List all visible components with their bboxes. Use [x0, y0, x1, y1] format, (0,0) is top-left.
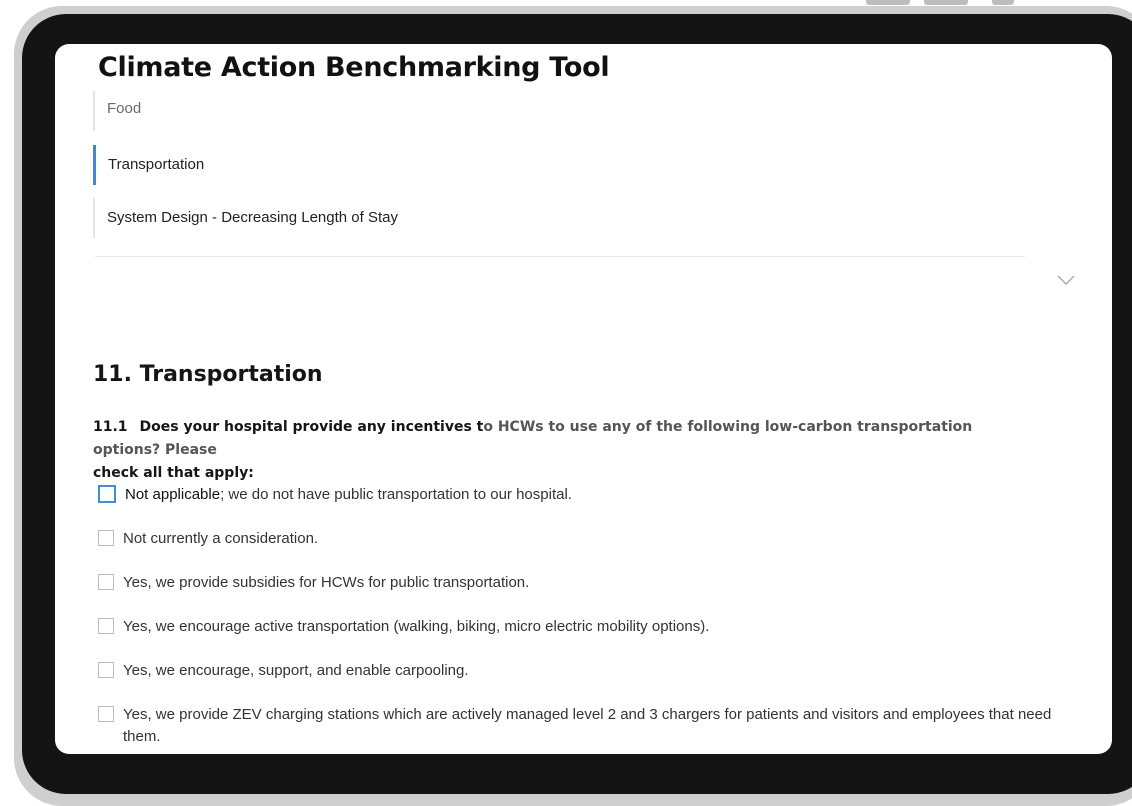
checkbox[interactable] [98, 618, 114, 634]
question-text-line2: check all that apply: [93, 465, 254, 481]
nav-divider [95, 256, 1025, 257]
app-screen: Climate Action Benchmarking Tool Food Tr… [55, 44, 1112, 754]
option-label: Not applicable; we do not have public tr… [125, 486, 572, 503]
section-title: 11. Transportation [93, 362, 323, 387]
option-subsidies[interactable]: Yes, we provide subsidies for HCWs for p… [98, 572, 1088, 594]
app-title: Climate Action Benchmarking Tool [98, 52, 610, 83]
nav-item-system-design[interactable]: System Design - Decreasing Length of Sta… [93, 198, 707, 238]
option-not-applicable[interactable]: Not applicable; we do not have public tr… [98, 484, 1088, 506]
option-label: Yes, we encourage active transportation … [123, 618, 710, 635]
question-text: 11.1 Does your hospital provide any incen… [93, 416, 1043, 485]
nav-item-label: System Design - Decreasing Length of Sta… [107, 209, 398, 226]
option-not-considered[interactable]: Not currently a consideration. [98, 528, 1088, 550]
option-active-transport[interactable]: Yes, we encourage active transportation … [98, 616, 1088, 638]
nav-item-label: Food [107, 100, 142, 117]
question-text-main: Does your hospital provide any incentive… [139, 419, 484, 435]
checkbox[interactable] [98, 706, 114, 722]
option-label: Not currently a consideration. [123, 530, 319, 547]
nav-item-label: Transportation [108, 156, 205, 173]
checkbox[interactable] [98, 530, 114, 546]
option-label: Yes, we provide subsidies for HCWs for p… [123, 574, 530, 591]
option-zev-charging[interactable]: Yes, we provide ZEV charging stations wh… [98, 704, 1088, 748]
nav-item-food[interactable]: Food [93, 91, 707, 131]
checkbox[interactable] [98, 574, 114, 590]
option-label: Yes, we provide ZEV charging stations wh… [123, 706, 1052, 745]
chevron-down-icon[interactable] [1057, 274, 1075, 286]
checkbox[interactable] [98, 485, 116, 503]
checkbox[interactable] [98, 662, 114, 678]
question-number: 11.1 [93, 419, 128, 435]
nav-item-transportation[interactable]: Transportation [93, 145, 708, 185]
option-label: Yes, we encourage, support, and enable c… [123, 662, 469, 679]
option-carpooling[interactable]: Yes, we encourage, support, and enable c… [98, 660, 1088, 682]
